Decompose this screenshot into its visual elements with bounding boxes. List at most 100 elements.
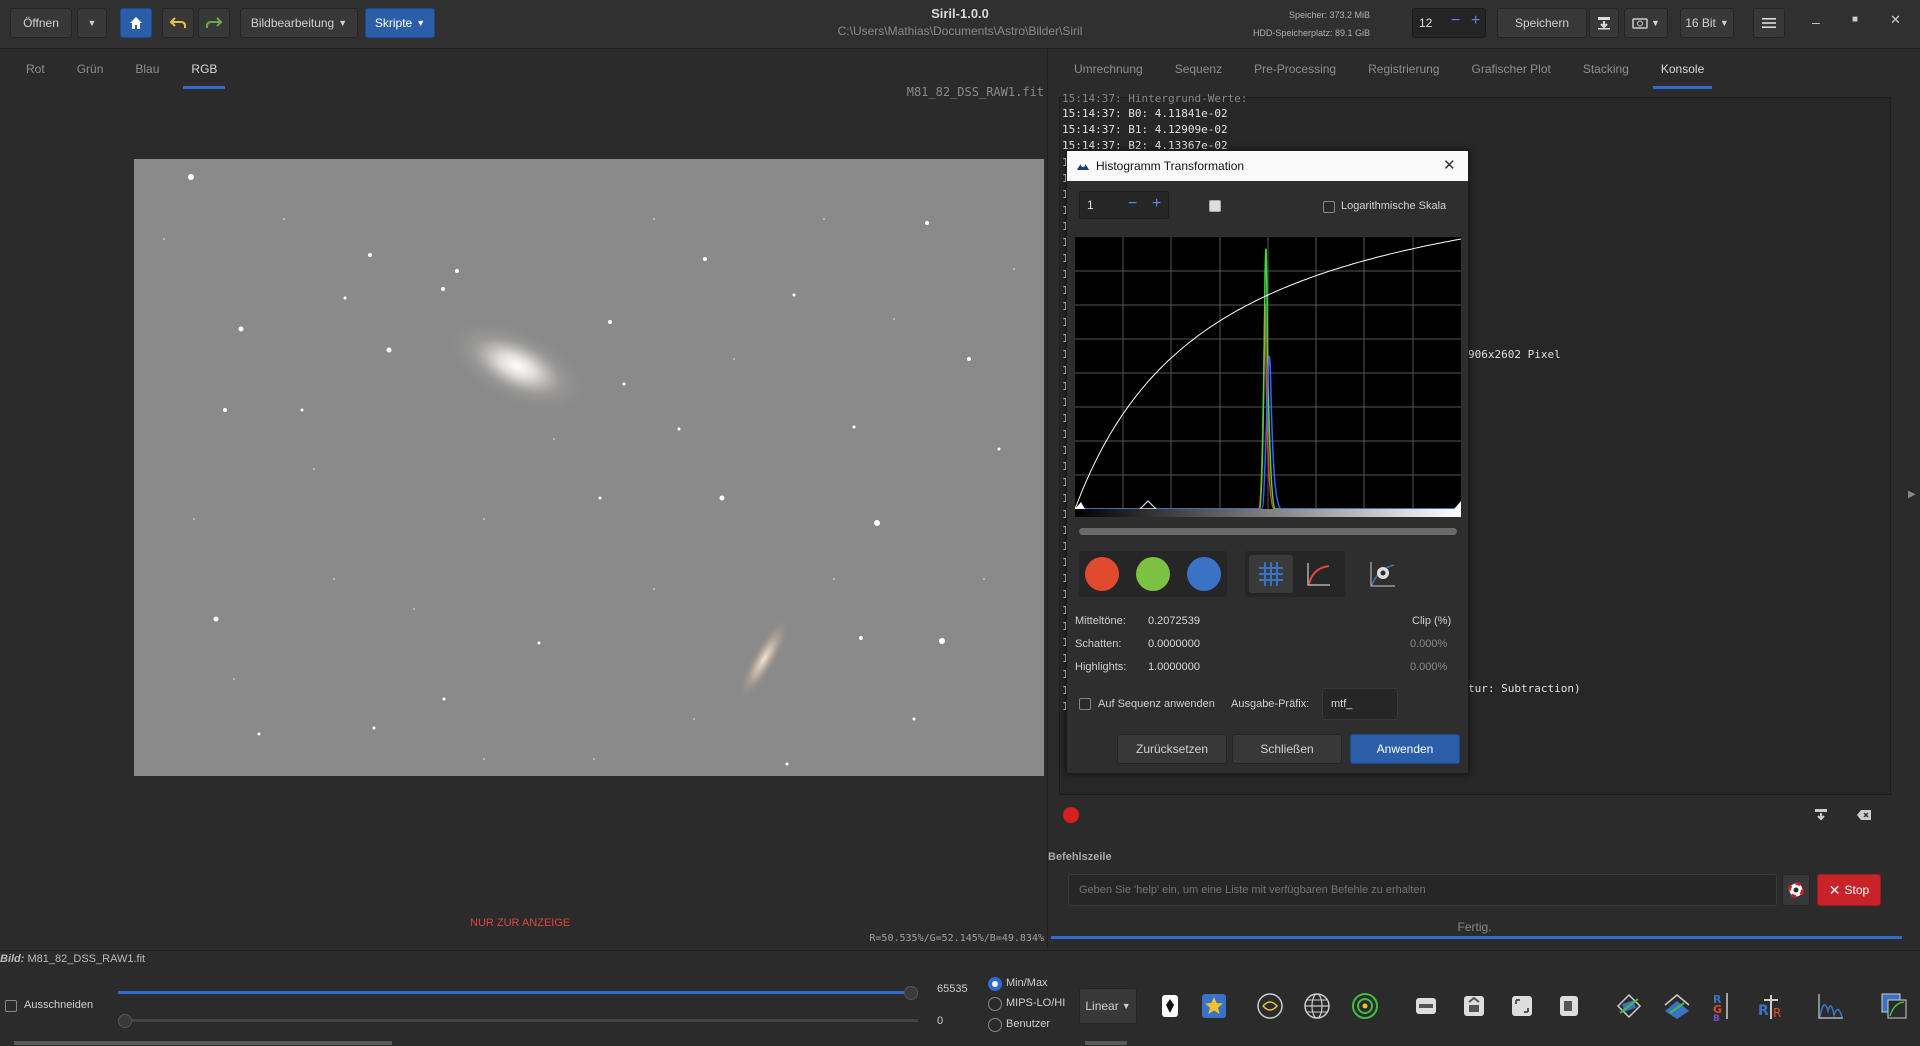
close-button[interactable]: Schließen [1232,734,1342,764]
galaxy-tool-button[interactable] [1252,988,1288,1024]
max-slider-knob[interactable] [904,986,918,1000]
app-icon [1077,163,1089,170]
tab-registration[interactable]: Registrierung [1352,49,1455,89]
astrometry-button[interactable] [1299,988,1335,1024]
resample-button[interactable] [1504,988,1540,1024]
horizontal-scrollbar-thumb[interactable] [1085,1041,1127,1045]
scale-mips-radio[interactable] [988,997,1002,1011]
threads-stepper[interactable]: 12 − + [1412,8,1486,38]
tab-preprocessing[interactable]: Pre-Processing [1238,49,1352,89]
align-icon [1616,993,1642,1019]
stack-button[interactable] [1659,988,1695,1024]
reset-button[interactable]: Zurücksetzen [1117,734,1227,764]
star-tool-button[interactable] [1196,988,1232,1024]
bitdepth-button[interactable]: 16 Bit ▼ [1680,8,1734,38]
midtones-value[interactable]: 0.2072539 [1148,615,1200,627]
zoom-out-icon[interactable]: − [1128,195,1137,213]
scale-minmax-radio[interactable] [988,977,1002,991]
highlights-value[interactable]: 1.0000000 [1148,661,1200,673]
histogram-button[interactable] [1813,988,1849,1024]
target-button[interactable] [1347,988,1383,1024]
crop-button[interactable] [1551,988,1587,1024]
horizontal-scrollbar[interactable] [14,1041,392,1045]
increase-icon[interactable]: + [1471,12,1480,30]
histogram-plot[interactable] [1075,237,1461,517]
rotate-button[interactable] [1408,988,1444,1024]
dialog-title: Histogramm Transformation [1096,159,1245,173]
home-icon [130,17,142,29]
save-button[interactable]: Speichern [1497,8,1587,38]
minimize-icon[interactable]: – [1812,14,1820,30]
astro-image[interactable] [134,159,1044,776]
progress-bar [1051,936,1902,939]
shadows-value[interactable]: 0.0000000 [1148,638,1200,650]
zoom-in-icon[interactable]: + [1152,195,1161,213]
grid-toggle[interactable] [1249,555,1293,593]
maximize-icon[interactable]: ■ [1852,14,1858,25]
tab-console[interactable]: Konsole [1645,49,1720,89]
red-channel-toggle[interactable] [1085,557,1119,591]
bitdepth-label: 16 Bit [1685,16,1716,30]
dialog-titlebar: Histogramm Transformation ✕ [1067,151,1468,181]
registration-button[interactable] [1611,988,1647,1024]
apply-sequence-checkbox[interactable] [1079,698,1091,710]
tab-green[interactable]: Grün [61,49,120,89]
home-button[interactable] [120,8,152,38]
main-menu-button[interactable] [1753,8,1785,38]
undo-button[interactable] [162,8,194,38]
max-value[interactable]: 65535 [937,983,968,995]
image-processing-label: Bildbearbeitung [250,16,335,30]
decrease-icon[interactable]: − [1451,12,1460,30]
stretch-dropdown[interactable]: Linear ▼ [1079,988,1137,1024]
stf-button[interactable] [1876,988,1912,1024]
blue-channel-toggle[interactable] [1187,557,1221,591]
invert-button[interactable] [1152,988,1188,1024]
tab-plot[interactable]: Grafischer Plot [1455,49,1566,89]
save-as-button[interactable] [1589,8,1619,38]
image-processing-button[interactable]: Bildbearbeitung ▼ [240,8,358,38]
auto-stretch-button[interactable] [1364,555,1402,593]
stop-button[interactable]: ✕ Stop [1817,874,1881,906]
tab-conversion[interactable]: Umrechnung [1058,49,1159,89]
open-label: Öffnen [23,16,59,30]
rgb-compose-button[interactable]: RGB [1706,988,1742,1024]
open-dropdown-button[interactable]: ▼ [77,8,107,38]
zoom-stepper[interactable]: 1 − + [1079,191,1169,219]
open-button[interactable]: Öffnen [10,8,72,38]
mirror-button[interactable] [1456,988,1492,1024]
crop-checkbox[interactable] [5,1000,17,1012]
prefix-input[interactable] [1322,688,1398,720]
tab-sequence[interactable]: Sequenz [1159,49,1238,89]
stack-icon [1664,994,1690,1019]
clear-icon[interactable] [1856,809,1872,821]
collapse-icon[interactable]: ▶ [1908,489,1916,500]
close-icon[interactable]: ✕ [1890,12,1901,28]
histogram-scrollbar[interactable] [1079,528,1457,535]
close-icon[interactable]: ✕ [1443,156,1456,174]
log-scale-checkbox[interactable] [1323,201,1335,213]
green-channel-toggle[interactable] [1136,557,1170,591]
command-input[interactable] [1068,874,1777,906]
tab-blue[interactable]: Blau [119,49,175,89]
threads-value: 12 [1419,16,1433,30]
tab-stacking[interactable]: Stacking [1567,49,1645,89]
snapshot-button[interactable]: ▼ [1624,8,1668,38]
undo-icon [169,17,186,28]
save-log-icon[interactable] [1814,808,1828,822]
curve-toggle[interactable] [1297,555,1341,593]
record-icon[interactable] [1063,807,1079,823]
min-value[interactable]: 0 [937,1015,943,1027]
min-slider-knob[interactable] [118,1014,132,1028]
color-calibration-button[interactable]: RR [1753,988,1789,1024]
max-level-slider[interactable] [118,986,918,1000]
scale-user-radio[interactable] [988,1018,1002,1032]
tab-red[interactable]: Rot [10,49,61,89]
min-level-slider[interactable] [118,1014,918,1028]
apply-button[interactable]: Anwenden [1350,734,1460,764]
redo-button[interactable] [198,8,230,38]
tab-rgb[interactable]: RGB [175,49,233,89]
scripts-button[interactable]: Skripte ▼ [365,8,435,38]
svg-text:R: R [1758,1003,1769,1019]
help-button[interactable] [1782,874,1810,906]
zoom-fit-icon[interactable] [1209,200,1221,212]
